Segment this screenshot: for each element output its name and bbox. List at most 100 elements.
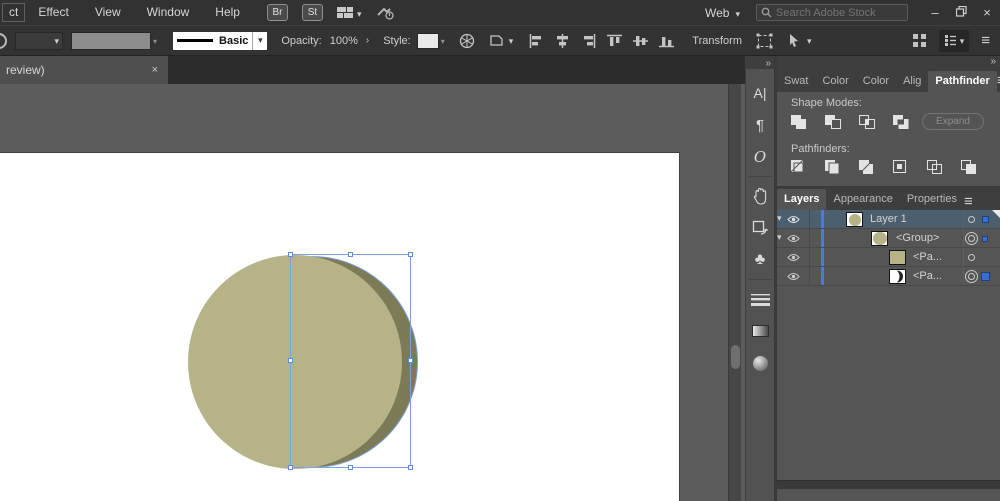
menu-item-window[interactable]: Window <box>134 0 203 25</box>
isolate-selection-dropdown[interactable] <box>787 33 812 48</box>
transform-label[interactable]: Transform <box>692 35 742 47</box>
selection-square[interactable] <box>982 216 989 223</box>
layer-thumbnail[interactable] <box>889 250 906 265</box>
stroke-color-swatch[interactable] <box>71 31 151 50</box>
canvas-area[interactable] <box>0 84 745 501</box>
selection-handle[interactable] <box>288 252 293 257</box>
paragraph-panel-icon[interactable] <box>746 109 774 141</box>
layer-name[interactable]: Layer 1 <box>870 213 907 225</box>
color-themes-panel-icon[interactable] <box>746 347 774 379</box>
document-profile-dropdown[interactable]: Web <box>705 6 740 20</box>
expand-button[interactable]: Expand <box>922 113 984 130</box>
menu-item-help[interactable]: Help <box>202 0 253 25</box>
menu-item-effect[interactable]: Effect <box>25 0 81 25</box>
selection-handle[interactable] <box>408 252 413 257</box>
selection-handle[interactable] <box>347 252 353 257</box>
stock-button[interactable]: St <box>301 4 323 21</box>
divide-button[interactable] <box>788 157 809 177</box>
target-circle[interactable] <box>968 273 975 280</box>
unite-button[interactable] <box>788 112 809 132</box>
panel-menu-button[interactable] <box>964 193 973 210</box>
align-bottom-button[interactable] <box>659 34 675 48</box>
character-panel-icon[interactable] <box>746 77 774 109</box>
expand-chevron-icon[interactable] <box>777 232 782 243</box>
trim-button[interactable] <box>822 157 843 177</box>
document-tab[interactable]: review) × <box>0 56 168 84</box>
recolor-artwork-button[interactable] <box>459 33 475 49</box>
minus-back-button[interactable] <box>958 157 979 177</box>
target-circle[interactable] <box>968 216 975 223</box>
tab-appearance[interactable]: Appearance <box>826 189 899 210</box>
stroke-style-preview[interactable]: Basic <box>173 31 253 50</box>
minimize-button[interactable]: – <box>922 5 948 20</box>
layer-name[interactable]: <Group> <box>896 232 939 244</box>
target-circle[interactable] <box>968 235 975 242</box>
selection-handle[interactable] <box>347 465 353 470</box>
layer-row[interactable]: <Group> <box>777 229 1000 248</box>
layer-name[interactable]: <Pa... <box>913 270 942 282</box>
crop-button[interactable] <box>890 157 911 177</box>
merge-button[interactable] <box>856 157 877 177</box>
libraries-panel-icon[interactable] <box>746 180 774 212</box>
opacity-label[interactable]: Opacity: <box>281 35 321 47</box>
stroke-panel-icon[interactable] <box>746 283 774 315</box>
exclude-button[interactable] <box>890 112 911 132</box>
minus-front-button[interactable] <box>822 112 843 132</box>
layer-thumbnail[interactable] <box>889 269 906 284</box>
tab-color[interactable]: Color <box>815 71 855 92</box>
intersect-button[interactable] <box>856 112 877 132</box>
tab-layers[interactable]: Layers <box>777 189 827 210</box>
close-button[interactable]: × <box>974 5 1000 20</box>
layer-thumbnail[interactable] <box>846 212 863 227</box>
artboards-panel-icon[interactable] <box>746 212 774 244</box>
opentype-panel-icon[interactable] <box>746 141 774 173</box>
expand-chevron-icon[interactable] <box>777 213 782 224</box>
align-center-button[interactable] <box>555 33 570 48</box>
tab-swatches[interactable]: Swat <box>777 71 815 92</box>
graphic-style-swatch[interactable] <box>416 32 439 49</box>
search-input[interactable] <box>776 6 903 19</box>
workspace-switcher-button[interactable] <box>336 6 362 20</box>
visibility-toggle[interactable] <box>777 267 810 285</box>
layer-thumbnail[interactable] <box>871 231 888 246</box>
selection-bounding-box[interactable] <box>288 252 413 470</box>
menu-item-select[interactable]: ct <box>2 3 26 22</box>
bounding-box-button[interactable] <box>756 33 773 49</box>
stroke-style-dropdown[interactable] <box>252 31 268 50</box>
outline-button[interactable] <box>924 157 945 177</box>
align-left-button[interactable] <box>529 33 544 48</box>
layer-row[interactable]: <Pa... <box>777 267 1000 286</box>
restore-button[interactable] <box>948 5 974 20</box>
bridge-button[interactable]: Br <box>266 4 288 21</box>
menu-item-view[interactable]: View <box>82 0 134 25</box>
fill-dropdown[interactable] <box>15 31 63 50</box>
share-screen-button[interactable] <box>376 6 394 20</box>
document-close-icon[interactable]: × <box>152 64 158 76</box>
layer-row[interactable]: Layer 1 <box>777 210 1000 229</box>
tab-pathfinder[interactable]: Pathfinder <box>928 71 997 92</box>
selection-handle[interactable] <box>288 465 293 470</box>
selection-handle[interactable] <box>288 358 293 363</box>
align-top-button[interactable] <box>607 34 623 48</box>
visibility-toggle[interactable] <box>777 248 810 266</box>
shape-properties-dropdown[interactable] <box>489 33 514 48</box>
target-circle[interactable] <box>968 254 975 261</box>
selection-handle[interactable] <box>408 465 413 470</box>
layer-row[interactable]: <Pa... <box>777 248 1000 267</box>
chevron-down-icon[interactable] <box>441 35 445 47</box>
opacity-expand-arrow[interactable]: › <box>366 35 369 46</box>
layer-name[interactable]: <Pa... <box>913 251 942 263</box>
tab-align[interactable]: Alig <box>896 71 928 92</box>
panel-list-toggle[interactable] <box>938 29 970 52</box>
align-middle-button[interactable] <box>633 34 649 48</box>
align-right-button[interactable] <box>581 33 596 48</box>
symbols-panel-icon[interactable] <box>746 244 774 276</box>
dock-grid-button[interactable] <box>912 34 927 47</box>
chevron-down-icon[interactable] <box>153 35 157 47</box>
selection-square[interactable] <box>982 236 988 242</box>
dock-collapse-button[interactable] <box>777 55 1000 69</box>
opacity-value[interactable]: 100% <box>330 35 358 47</box>
selection-square[interactable] <box>981 272 990 281</box>
selection-handle[interactable] <box>408 358 413 363</box>
tab-color-guide[interactable]: Color <box>856 71 896 92</box>
